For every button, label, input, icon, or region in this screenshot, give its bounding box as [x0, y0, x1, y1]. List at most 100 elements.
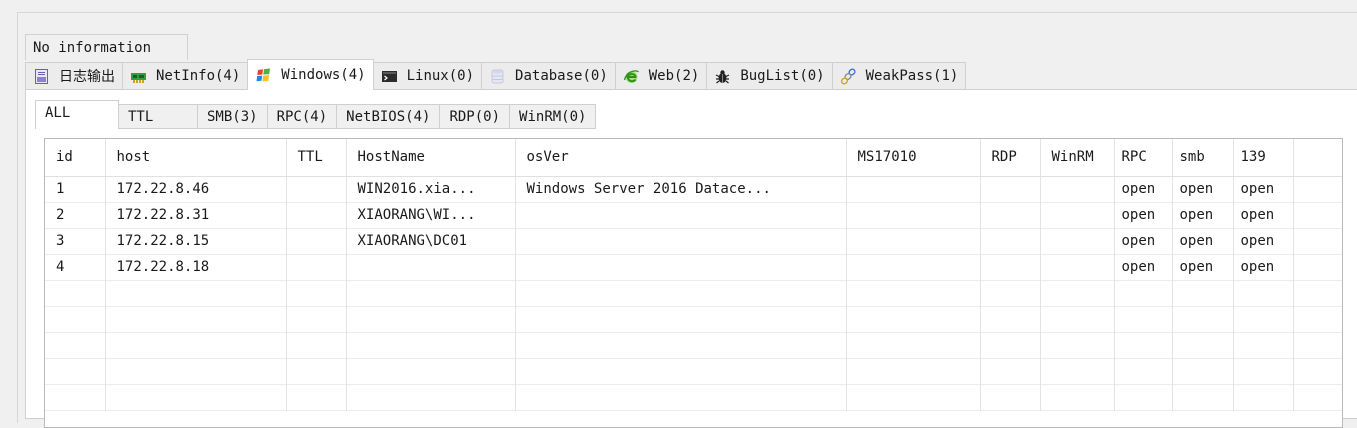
tab-windows[interactable]: Windows(4): [247, 59, 374, 90]
tab-weakpass[interactable]: WeakPass(1): [831, 62, 967, 90]
empty-cell: [1040, 358, 1115, 384]
empty-cell: [1040, 384, 1115, 410]
cell-winrm: [1040, 228, 1115, 254]
empty-cell: [1114, 358, 1173, 384]
cell-osver: [515, 228, 847, 254]
table-row[interactable]: 4 172.22.8.18 open open open: [45, 254, 1342, 280]
empty-table-row: [45, 280, 1342, 306]
tab-linux[interactable]: Linux(0): [372, 62, 482, 90]
empty-cell: [846, 306, 981, 332]
cell-rpc: open: [1114, 202, 1173, 228]
cell-winrm: [1040, 202, 1115, 228]
empty-cell: [105, 280, 287, 306]
main-tab-bar: 日志输出 NetInfo(4) Windows(4) Linux(0) Data…: [25, 59, 1357, 90]
tab-label: Web(2): [648, 68, 700, 84]
tab-label: Linux(0): [406, 68, 475, 84]
results-table-frame: id host TTL HostName osVer MS17010 RDP W…: [44, 138, 1343, 428]
subtab-winrm[interactable]: WinRM(0): [509, 104, 597, 129]
column-header-osver[interactable]: osVer: [515, 139, 847, 177]
column-header-ms17010[interactable]: MS17010: [846, 139, 981, 177]
cell-rdp: [980, 202, 1041, 228]
tab-netinfo[interactable]: NetInfo(4): [122, 62, 248, 90]
empty-cell: [45, 358, 106, 384]
subtab-ttl[interactable]: TTL: [118, 104, 197, 129]
cell-host: 172.22.8.18: [105, 254, 287, 280]
terminal-icon: [381, 68, 398, 85]
cell-139: open: [1233, 176, 1294, 202]
empty-cell: [346, 384, 516, 410]
tab-label: Windows(4): [281, 67, 366, 83]
empty-cell: [846, 280, 981, 306]
empty-cell: [1233, 332, 1294, 358]
empty-cell: [1293, 280, 1342, 306]
table-row[interactable]: 2 172.22.8.31 XIAORANG\WI... open open open: [45, 202, 1342, 228]
tab-label: Database(0): [515, 68, 608, 84]
empty-cell: [346, 280, 516, 306]
empty-cell: [45, 332, 106, 358]
cell-filler: [1293, 176, 1342, 202]
cell-smb: open: [1172, 254, 1234, 280]
subtab-smb[interactable]: SMB(3): [197, 104, 267, 129]
subtab-all[interactable]: ALL: [35, 100, 119, 129]
subtab-rdp[interactable]: RDP(0): [439, 104, 510, 129]
column-header-139[interactable]: 139: [1233, 139, 1294, 177]
empty-cell: [846, 332, 981, 358]
empty-table-row: [45, 384, 1342, 410]
empty-cell: [346, 306, 516, 332]
cell-host: 172.22.8.31: [105, 202, 287, 228]
empty-cell: [1233, 280, 1294, 306]
bug-icon: [714, 68, 731, 85]
empty-cell: [1040, 306, 1115, 332]
table-row[interactable]: 1 172.22.8.46 WIN2016.xia... Windows Server…: [45, 176, 1342, 202]
cell-smb: open: [1172, 176, 1234, 202]
empty-cell: [515, 384, 847, 410]
empty-cell: [515, 306, 847, 332]
cell-ms17010: [846, 254, 981, 280]
column-header-host[interactable]: host: [105, 139, 287, 177]
empty-table-row: [45, 306, 1342, 332]
empty-cell: [105, 358, 287, 384]
column-header-id[interactable]: id: [45, 139, 106, 177]
cell-rdp: [980, 228, 1041, 254]
column-header-hostname[interactable]: HostName: [346, 139, 516, 177]
cell-139: open: [1233, 202, 1294, 228]
empty-cell: [1040, 332, 1115, 358]
empty-cell: [1233, 384, 1294, 410]
subtab-rpc[interactable]: RPC(4): [266, 104, 337, 129]
tab-log-output[interactable]: 日志输出: [25, 62, 122, 90]
column-header-smb[interactable]: smb: [1172, 139, 1234, 177]
empty-cell: [105, 384, 287, 410]
empty-cell: [1172, 306, 1234, 332]
column-header-rpc[interactable]: RPC: [1114, 139, 1173, 177]
empty-cell: [1293, 384, 1342, 410]
cell-hostname: WIN2016.xia...: [346, 176, 516, 202]
sub-tab-bar: ALL TTL SMB(3) RPC(4) NetBIOS(4) RDP(0) …: [35, 100, 597, 129]
empty-cell: [105, 306, 287, 332]
column-header-ttl[interactable]: TTL: [286, 139, 347, 177]
subtab-netbios[interactable]: NetBIOS(4): [336, 104, 440, 129]
tab-database[interactable]: Database(0): [481, 62, 615, 90]
empty-cell: [1233, 306, 1294, 332]
table-row[interactable]: 3 172.22.8.15 XIAORANG\DC01 open open open: [45, 228, 1342, 254]
empty-cell: [1293, 358, 1342, 384]
tab-label: BugList(0): [740, 68, 825, 84]
empty-cell: [515, 332, 847, 358]
results-table: id host TTL HostName osVer MS17010 RDP W…: [45, 139, 1342, 411]
cell-hostname: XIAORANG\DC01: [346, 228, 516, 254]
empty-cell: [45, 384, 106, 410]
empty-cell: [1293, 332, 1342, 358]
empty-cell: [1114, 306, 1173, 332]
tab-buglist[interactable]: BugList(0): [706, 62, 832, 90]
column-header-winrm[interactable]: WinRM: [1040, 139, 1115, 177]
info-label: No information: [25, 34, 188, 60]
empty-cell: [45, 280, 106, 306]
empty-cell: [515, 280, 847, 306]
column-header-rdp[interactable]: RDP: [980, 139, 1041, 177]
cell-ttl: [286, 202, 347, 228]
empty-cell: [980, 280, 1041, 306]
tab-label: WeakPass(1): [865, 68, 959, 84]
empty-cell: [286, 358, 347, 384]
cell-winrm: [1040, 254, 1115, 280]
empty-cell: [1040, 280, 1115, 306]
tab-web[interactable]: Web(2): [614, 62, 707, 90]
